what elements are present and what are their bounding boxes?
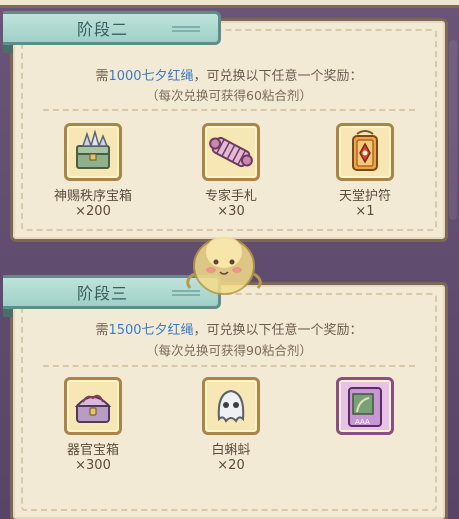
- stage-title: 阶段二: [77, 20, 129, 39]
- svg-text:AAA: AAA: [355, 418, 370, 426]
- stage-panel-two: 阶段二 需1000七夕红绳，可兑换以下任意一个奖励： （每次兑换可获得60粘合剂…: [3, 11, 448, 242]
- reward-slot[interactable]: AAA: [336, 377, 394, 435]
- bonus-note: （每次兑换可获得60粘合剂）: [146, 88, 312, 103]
- requirement-amount: 1000七夕红绳: [108, 69, 194, 84]
- stage-tab: 阶段二: [3, 11, 221, 45]
- mascot-watermark: [186, 236, 262, 295]
- requirement-suffix: ，可兑换以下任意一个奖励：: [193, 323, 363, 338]
- reward-quantity: ×200: [75, 204, 111, 219]
- stage-title: 阶段三: [77, 284, 129, 303]
- requirement-prefix: 需: [95, 323, 109, 338]
- divider: [43, 365, 415, 367]
- divider: [43, 109, 415, 111]
- stage-panel-three: 阶段三 需1500七夕红绳，可兑换以下任意一个奖励： （每次兑换可获得90粘合剂…: [3, 275, 448, 519]
- reward-item[interactable]: 器官宝箱 ×300: [43, 377, 143, 473]
- reward-slot[interactable]: [202, 123, 260, 181]
- bonus-note: （每次兑换可获得90粘合剂）: [146, 343, 312, 358]
- reward-slot[interactable]: [336, 123, 394, 181]
- tab-decoration: [172, 26, 200, 32]
- reward-item[interactable]: 天堂护符 ×1: [315, 123, 415, 219]
- reward-quantity: ×1: [355, 204, 375, 219]
- reward-slot[interactable]: [64, 123, 122, 181]
- crystal-chest-icon: [76, 130, 110, 169]
- tab-fold: [3, 309, 13, 317]
- requirement-text: 需1500七夕红绳，可兑换以下任意一个奖励：: [13, 319, 445, 338]
- scroll-icon: [209, 136, 253, 168]
- reward-name: 器官宝箱: [66, 443, 119, 458]
- exchange-screen: 阶段二 需1000七夕红绳，可兑换以下任意一个奖励： （每次兑换可获得60粘合剂…: [0, 0, 459, 519]
- previous-panel-edge: [0, 0, 459, 8]
- charm-icon: [352, 130, 378, 171]
- reward-item[interactable]: AAA: [315, 377, 415, 439]
- reward-quantity: ×30: [217, 204, 245, 219]
- reward-slot[interactable]: [64, 377, 122, 435]
- reward-slot[interactable]: [202, 377, 260, 435]
- reward-name: 白蝌蚪: [211, 443, 251, 458]
- requirement-suffix: ，可兑换以下任意一个奖励：: [193, 69, 363, 84]
- organ-chest-icon: [74, 394, 112, 423]
- requirement-text: 需1000七夕红绳，可兑换以下任意一个奖励：: [13, 65, 445, 84]
- ghost-icon: [217, 389, 245, 423]
- reward-name: 天堂护符: [338, 189, 391, 204]
- reward-quantity: ×20: [217, 458, 245, 473]
- reward-quantity: ×300: [75, 458, 111, 473]
- requirement-prefix: 需: [95, 69, 109, 84]
- reward-item[interactable]: 专家手札 ×30: [181, 123, 281, 219]
- reward-name: 专家手札: [204, 189, 257, 204]
- tab-fold: [3, 45, 13, 53]
- reward-item[interactable]: 白蝌蚪 ×20: [181, 377, 281, 473]
- reward-item[interactable]: 神赐秩序宝箱 ×200: [43, 123, 143, 219]
- card-icon: AAA: [348, 387, 382, 427]
- scrollbar[interactable]: [449, 40, 457, 220]
- requirement-amount: 1500七夕红绳: [108, 323, 194, 338]
- reward-name: 神赐秩序宝箱: [53, 189, 132, 204]
